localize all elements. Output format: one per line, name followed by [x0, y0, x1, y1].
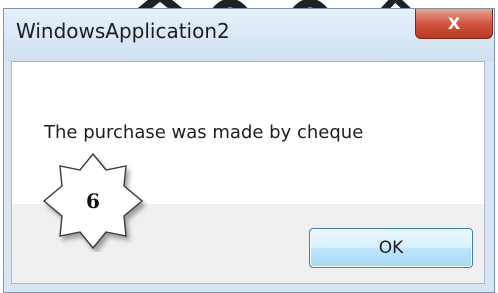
- close-icon: X: [447, 14, 461, 33]
- ok-button[interactable]: OK: [309, 228, 473, 268]
- window-title: WindowsApplication2: [16, 19, 230, 43]
- message-text: The purchase was made by cheque: [44, 122, 364, 143]
- ok-button-label: OK: [378, 238, 404, 258]
- title-bar[interactable]: WindowsApplication2 X: [4, 9, 494, 61]
- step-number-badge: 6: [38, 150, 148, 252]
- badge-number: 6: [86, 189, 100, 213]
- close-button[interactable]: X: [415, 9, 493, 39]
